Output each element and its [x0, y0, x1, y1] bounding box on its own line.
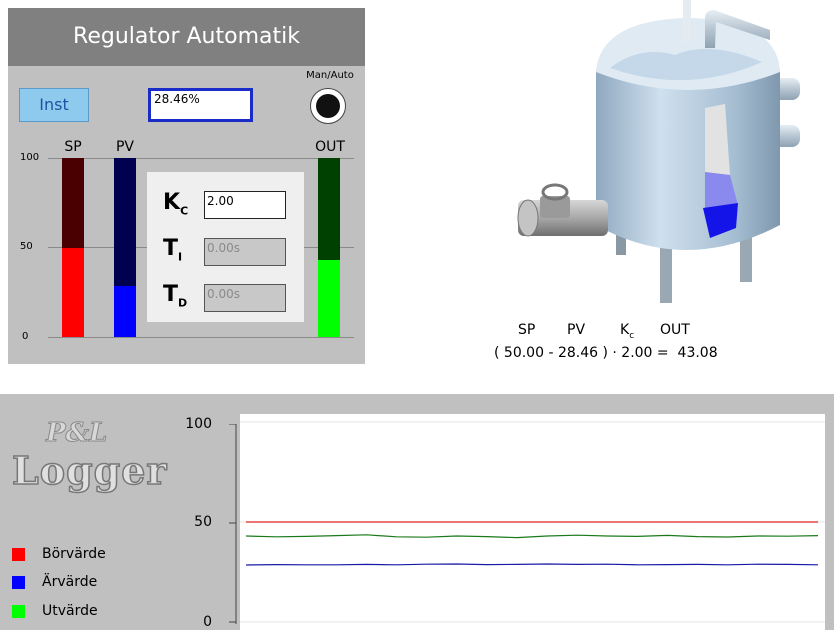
legend-label: Börvärde	[42, 546, 106, 562]
man-auto-toggle[interactable]	[310, 88, 346, 124]
td-subscript: D	[178, 296, 188, 310]
equation-kc-label: Kc	[620, 322, 634, 341]
pv-bar	[114, 158, 136, 337]
logger-logo-top: P&L	[45, 418, 108, 449]
legend-label: Utvärde	[42, 603, 98, 619]
ti-subscript: I	[178, 250, 183, 264]
equation-kc-subscript: c	[629, 330, 635, 341]
td-label: TD	[163, 282, 187, 309]
td-input[interactable]: 0.00s	[204, 284, 286, 312]
tank-leg	[660, 245, 672, 303]
out-column-label: OUT	[315, 139, 345, 155]
legend-label: Ärvärde	[42, 574, 98, 590]
gain-settings-panel: KC 2.00 TI 0.00s TD 0.00s	[147, 172, 304, 322]
inst-button[interactable]: Inst	[19, 88, 89, 122]
out-bar-fill	[318, 259, 340, 337]
series-line-ärvärde	[245, 563, 819, 566]
ti-symbol: T	[163, 236, 179, 261]
sp-bar	[62, 158, 84, 337]
regulator-panel: Regulator Automatik Inst 28.46% Man/Auto…	[8, 8, 365, 364]
axis-label-0: 0	[22, 331, 29, 342]
sp-column-label: SP	[64, 139, 82, 155]
gridline-100	[48, 158, 354, 159]
td-symbol: T	[163, 282, 179, 307]
inlet-pipe	[683, 0, 691, 42]
ti-input[interactable]: 0.00s	[204, 238, 286, 266]
ti-label: TI	[163, 236, 182, 263]
gridline-0	[48, 337, 354, 338]
man-auto-label: Man/Auto	[306, 70, 354, 81]
output-value-field[interactable]: 28.46%	[148, 88, 253, 122]
tank-illustration	[517, 0, 800, 303]
logger-logo-bottom: Logger	[11, 447, 168, 494]
y-tick-50: 50	[194, 514, 212, 530]
y-tick-100: 100	[185, 416, 212, 432]
equation-out-label: OUT	[660, 322, 690, 338]
sp-bar-fill	[62, 247, 84, 337]
legend-swatch-red	[12, 548, 25, 561]
pv-bar-fill	[114, 286, 136, 337]
out-bar	[318, 158, 340, 337]
logger-chart	[240, 414, 825, 630]
equation-sp-label: SP	[518, 322, 536, 338]
y-axis	[229, 424, 237, 624]
legend-swatch-blue	[12, 576, 25, 589]
regulator-title: Regulator Automatik	[73, 24, 300, 49]
tank-body	[596, 70, 780, 250]
equation-kc-symbol: K	[620, 322, 630, 338]
equation-expression: ( 50.00 - 28.46 ) · 2.00 = 43.08	[494, 345, 718, 361]
kc-subscript: C	[180, 204, 189, 218]
logger-panel: P&L Logger Börvärde Ärvärde Utvärde 100 …	[0, 394, 834, 630]
series-line-utvärde	[245, 534, 819, 539]
axis-label-100: 100	[20, 152, 40, 163]
y-tick-0: 0	[203, 614, 212, 630]
equation-pv-label: PV	[567, 322, 586, 338]
axis-label-50: 50	[20, 241, 33, 252]
legend-swatch-green	[12, 605, 25, 618]
kc-symbol: K	[163, 190, 181, 215]
kc-input[interactable]: 2.00	[204, 191, 286, 219]
pv-column-label: PV	[115, 139, 135, 155]
kc-label: KC	[163, 190, 188, 217]
regulator-header: Regulator Automatik	[8, 8, 365, 66]
